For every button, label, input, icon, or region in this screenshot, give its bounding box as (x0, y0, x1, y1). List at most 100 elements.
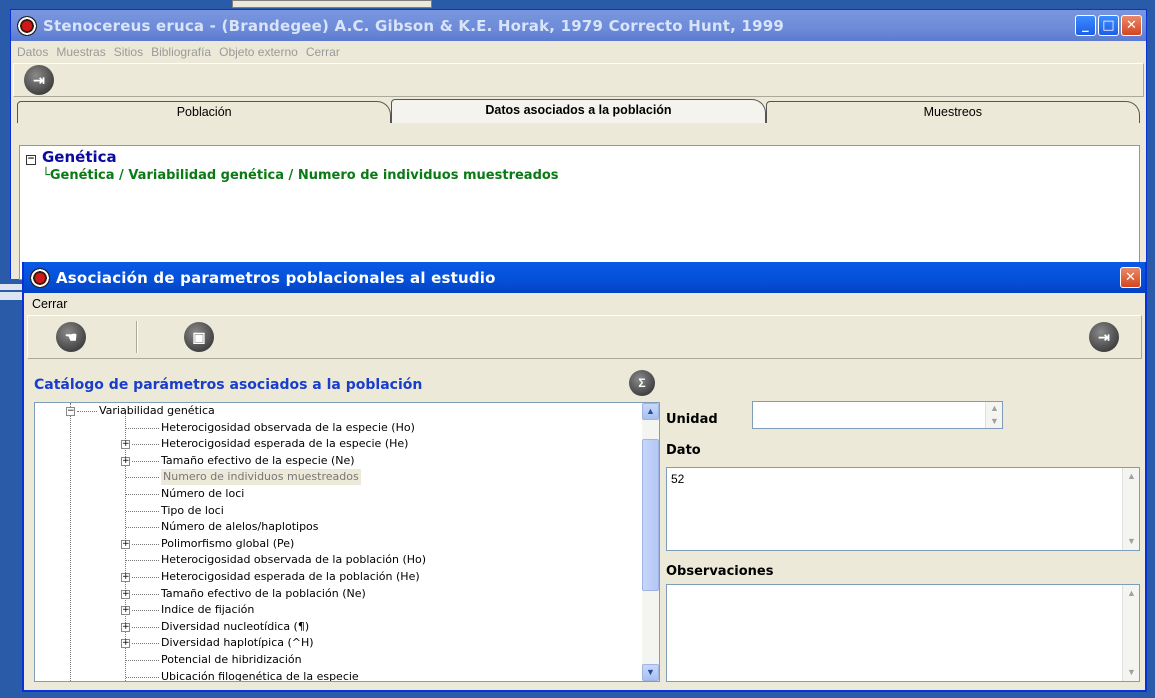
expand-icon[interactable]: + (121, 572, 130, 582)
tree-node-genetica[interactable]: − Genética (20, 146, 1139, 168)
maximize-button[interactable]: □ (1098, 15, 1119, 36)
tree-item[interactable]: Número de loci (35, 486, 659, 503)
tree-item-label: Heterocigosidad observada de la especie … (161, 420, 415, 434)
tree-item[interactable]: + Tamaño efectivo de la población (Ne) (35, 586, 659, 603)
tree-node-variabilidad-genetica[interactable]: − Variabilidad genética (35, 403, 659, 420)
observaciones-scrollbar[interactable]: ▲ ▼ (1122, 585, 1139, 681)
spin-up-icon[interactable]: ▲ (986, 402, 1003, 415)
scroll-down-icon[interactable]: ▼ (1123, 664, 1140, 681)
dialog-close-button[interactable]: ✕ (1120, 267, 1141, 288)
scroll-down-icon[interactable]: ▼ (1123, 533, 1140, 550)
tree-item[interactable]: + Heterocigosidad esperada de la població… (35, 569, 659, 586)
tree-item[interactable]: Tipo de loci (35, 503, 659, 520)
tree-item-label: Potencial de hibridización (161, 652, 302, 666)
expand-icon[interactable]: + (121, 539, 130, 549)
tree-item-label: Numero de individuos muestreados (161, 469, 361, 486)
hand-point-icon[interactable]: ☚ (56, 322, 86, 352)
tree-item-label: Número de loci (161, 486, 245, 500)
tree-item[interactable]: Heterocigosidad observada de la població… (35, 552, 659, 569)
dato-scrollbar[interactable]: ▲ ▼ (1122, 468, 1139, 550)
tree-item-label: Heterocigosidad observada de la població… (161, 553, 427, 567)
dialog-title-bar[interactable]: Asociación de parametros poblacionales a… (24, 262, 1145, 293)
tree-connector (132, 543, 159, 545)
tree-connector (126, 676, 159, 678)
tree-item-label: Diversidad haplotípica (^H) (161, 636, 314, 650)
expand-icon[interactable]: + (121, 622, 130, 632)
menu-bibliografia[interactable]: Bibliografía (151, 45, 211, 59)
tab-muestreos[interactable]: Muestreos (765, 101, 1140, 123)
tree-connector (126, 477, 159, 479)
tab-poblacion[interactable]: Población (17, 101, 392, 123)
expand-icon[interactable]: + (121, 440, 130, 450)
expand-icon[interactable]: + (121, 456, 130, 466)
tree-connector (126, 510, 159, 512)
tree-connector (126, 527, 159, 529)
background-window-fragment (0, 284, 24, 300)
unidad-spinner[interactable]: ▲ ▼ (985, 402, 1002, 428)
collapse-icon[interactable]: − (26, 155, 36, 165)
tree-node-child-label: Genética / Variabilidad genética / Numer… (49, 168, 559, 183)
minimize-button[interactable]: _ (1075, 15, 1096, 36)
parameters-tree[interactable]: − Variabilidad genética Heterocigosidad ob… (34, 402, 660, 682)
associated-data-tree: − Genética └Genética / Variabilidad genét… (19, 145, 1140, 280)
exit-door-icon[interactable]: ⇥ (24, 65, 54, 95)
tree-item[interactable]: Potencial de hibridización (35, 652, 659, 669)
tree-item-label: Tipo de loci (161, 503, 224, 517)
expand-icon[interactable]: + (121, 639, 130, 649)
tree-item-label: Indice de fijación (161, 603, 255, 617)
tree-scrollbar[interactable]: ▲ ▼ (642, 403, 659, 681)
tree-node-child[interactable]: └Genética / Variabilidad genética / Nume… (20, 168, 1139, 183)
menu-objeto-externo[interactable]: Objeto externo (219, 45, 298, 59)
tree-item[interactable]: + Diversidad haplotípica (^H) (35, 635, 659, 652)
tree-item-label: Diversidad nucleotídica (¶) (161, 619, 310, 633)
tree-item[interactable]: + Polimorfismo global (Pe) (35, 536, 659, 553)
tree-connector (126, 493, 159, 495)
main-window: Stenocereus eruca - (Brandegee) A.C. Gib… (10, 9, 1147, 280)
close-button[interactable]: ✕ (1121, 15, 1142, 36)
tree-item[interactable]: + Tamaño efectivo de la especie (Ne) (35, 453, 659, 470)
scroll-up-icon[interactable]: ▲ (1123, 468, 1140, 485)
exit-door-icon[interactable]: ⇥ (1089, 322, 1119, 352)
main-title-bar[interactable]: Stenocereus eruca - (Brandegee) A.C. Gib… (11, 10, 1146, 41)
menu-cerrar[interactable]: Cerrar (306, 45, 340, 59)
tree-item-label: Número de alelos/haplotipos (161, 520, 319, 534)
tree-item-label: Polimorfismo global (Pe) (161, 536, 295, 550)
tree-item[interactable]: Heterocigosidad observada de la especie … (35, 420, 659, 437)
menu-muestras[interactable]: Muestras (56, 45, 105, 59)
expand-icon[interactable]: + (121, 589, 130, 599)
sigma-formula-icon[interactable]: Σ (629, 370, 655, 396)
unidad-field[interactable]: ▲ ▼ (752, 401, 1003, 429)
dialog-title: Asociación de parametros poblacionales a… (56, 268, 496, 287)
menu-sitios[interactable]: Sitios (114, 45, 143, 59)
dialog-toolbar: ☚ ▣ ⇥ (27, 315, 1142, 359)
tree-item-label: Tamaño efectivo de la especie (Ne) (161, 453, 355, 467)
menu-datos[interactable]: Datos (17, 45, 48, 59)
scroll-down-icon[interactable]: ▼ (642, 664, 659, 681)
toolbar-separator (136, 321, 138, 353)
tree-connector (132, 576, 159, 578)
dato-field[interactable]: 52 ▲ ▼ (666, 467, 1140, 551)
tree-item[interactable]: Número de alelos/haplotipos (35, 519, 659, 536)
tree-item[interactable]: Numero de individuos muestreados (35, 469, 659, 486)
tree-connector (132, 593, 159, 595)
dialog-menu-cerrar[interactable]: Cerrar (32, 297, 67, 311)
tree-item[interactable]: Ubicación filogenética de la especie (35, 669, 659, 681)
spin-down-icon[interactable]: ▼ (986, 415, 1003, 428)
tree-connector (132, 643, 159, 645)
background-window-fragment (232, 0, 432, 8)
scroll-thumb[interactable] (642, 439, 659, 591)
tree-connector (126, 659, 159, 661)
expand-icon[interactable]: + (121, 606, 130, 616)
observaciones-field[interactable]: ▲ ▼ (666, 584, 1140, 682)
tree-item[interactable]: + Heterocigosidad esperada de la especie … (35, 436, 659, 453)
tree-item[interactable]: + Diversidad nucleotídica (¶) (35, 619, 659, 636)
scroll-up-icon[interactable]: ▲ (642, 403, 659, 420)
app-icon (17, 15, 37, 36)
tree-node-genetica-label: Genética (42, 148, 117, 166)
tab-datos-asociados[interactable]: Datos asociados a la población (391, 99, 766, 123)
main-toolbar: ⇥ (13, 63, 1144, 97)
collapse-icon[interactable]: − (66, 407, 75, 416)
tree-item[interactable]: + Indice de fijación (35, 602, 659, 619)
save-disk-icon[interactable]: ▣ (184, 322, 214, 352)
scroll-up-icon[interactable]: ▲ (1123, 585, 1140, 602)
